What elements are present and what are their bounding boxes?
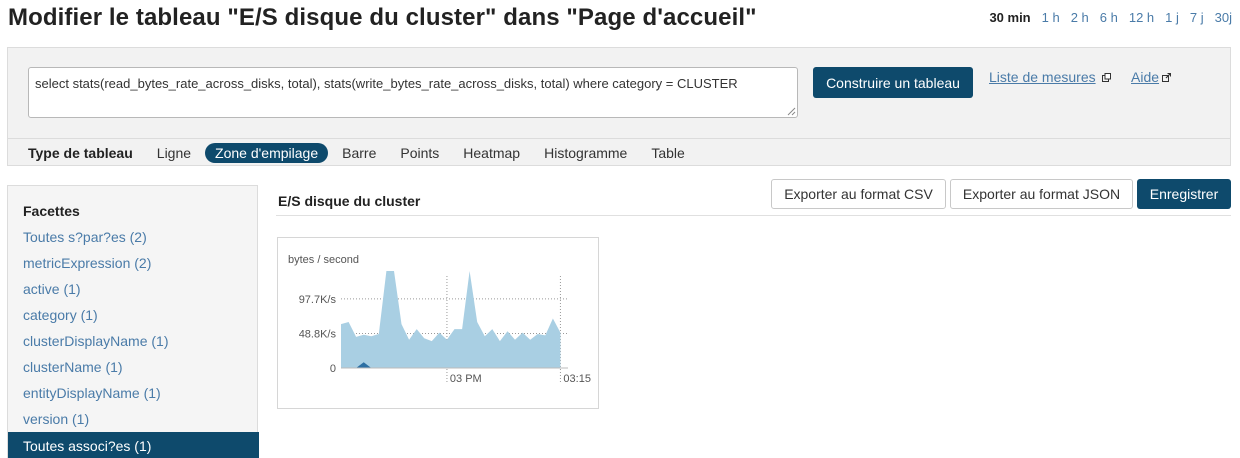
query-input[interactable]: select stats(read_bytes_rate_across_disk… — [28, 67, 798, 118]
time-range-6h[interactable]: 6 h — [1100, 10, 1118, 25]
y-tick-label: 97.7K/s — [299, 294, 337, 306]
chart-panel-title: E/S disque du cluster — [278, 193, 421, 209]
y-tick-label: 0 — [330, 363, 336, 375]
chart-type-label: Type de tableau — [28, 144, 133, 161]
query-panel: select stats(read_bytes_rate_across_disk… — [7, 47, 1231, 166]
export-json-button[interactable]: Exporter au format JSON — [950, 179, 1133, 209]
metrics-list-label: Liste de mesures — [989, 69, 1096, 85]
chart-type-points[interactable]: Points — [400, 145, 439, 161]
y-axis-label: bytes / second — [288, 254, 359, 266]
x-tick-label: 03:15 — [563, 373, 591, 385]
chart-card[interactable]: bytes / second 0 48.8K/s 97.7K/s 03 PM 03:15 — [277, 237, 599, 409]
external-link-icon — [1101, 72, 1111, 82]
time-range-30min[interactable]: 30 min — [989, 10, 1030, 25]
x-tick-label: 03 PM — [450, 373, 482, 385]
chart-type-histogramme[interactable]: Histogramme — [544, 145, 627, 161]
facet-item[interactable]: Toutes s?par?es (2) — [23, 229, 147, 245]
time-range-12h[interactable]: 12 h — [1129, 10, 1154, 25]
page-title: Modifier le tableau "E/S disque du clust… — [8, 4, 757, 31]
chart-type-zone-empilage[interactable]: Zone d'empilage — [205, 142, 329, 163]
chart-type-ligne[interactable]: Ligne — [157, 145, 191, 161]
divider — [276, 215, 1231, 216]
facet-item[interactable]: clusterName (1) — [23, 359, 123, 375]
stacked-area-chart: bytes / second 0 48.8K/s 97.7K/s 03 PM 03:15 — [288, 254, 591, 385]
facet-item[interactable]: active (1) — [23, 281, 81, 297]
y-tick-label: 48.8K/s — [299, 328, 337, 340]
chart-type-bar: Type de tableau Ligne Zone d'empilage Ba… — [8, 138, 1230, 166]
facet-item[interactable]: clusterDisplayName (1) — [23, 333, 168, 349]
facet-item[interactable]: metricExpression (2) — [23, 255, 151, 271]
time-range-1j[interactable]: 1 j — [1165, 10, 1179, 25]
facet-item-selected[interactable]: Toutes associ?es (1) — [8, 432, 259, 458]
time-range-2h[interactable]: 2 h — [1071, 10, 1089, 25]
resize-grip-icon[interactable] — [787, 107, 796, 116]
export-csv-button[interactable]: Exporter au format CSV — [771, 179, 946, 209]
external-link-icon — [1162, 72, 1172, 82]
facet-item[interactable]: version (1) — [23, 411, 89, 427]
query-text: select stats(read_bytes_rate_across_disk… — [35, 76, 738, 91]
time-range-7j[interactable]: 7 j — [1190, 10, 1204, 25]
help-link[interactable]: Aide — [1131, 69, 1172, 85]
facets-title: Facettes — [23, 203, 80, 219]
facet-item[interactable]: category (1) — [23, 307, 98, 323]
chart-type-heatmap[interactable]: Heatmap — [463, 145, 520, 161]
time-range-30j[interactable]: 30j — [1215, 10, 1232, 25]
chart-type-barre[interactable]: Barre — [342, 145, 376, 161]
chart-type-table[interactable]: Table — [651, 145, 684, 161]
time-range-1h[interactable]: 1 h — [1042, 10, 1060, 25]
build-chart-button[interactable]: Construire un tableau — [813, 67, 973, 98]
help-label: Aide — [1131, 69, 1160, 85]
series-area-0 — [341, 271, 561, 368]
facet-item[interactable]: entityDisplayName (1) — [23, 385, 161, 401]
save-button[interactable]: Enregistrer — [1137, 179, 1231, 209]
metrics-list-link[interactable]: Liste de mesures — [989, 69, 1111, 85]
facets-panel: Facettes Toutes s?par?es (2) metricExpre… — [7, 185, 259, 458]
time-range-selector: 30 min 1 h 2 h 6 h 12 h 1 j 7 j 30j — [978, 10, 1232, 25]
